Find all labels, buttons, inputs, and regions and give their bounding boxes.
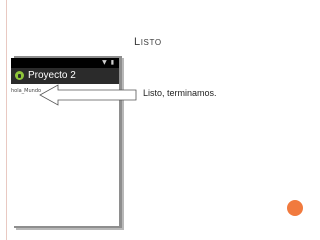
decorative-orange-circle: [287, 200, 303, 216]
callout-text: Listo, terminamos.: [143, 88, 217, 98]
callout-arrow-icon: [39, 84, 137, 106]
